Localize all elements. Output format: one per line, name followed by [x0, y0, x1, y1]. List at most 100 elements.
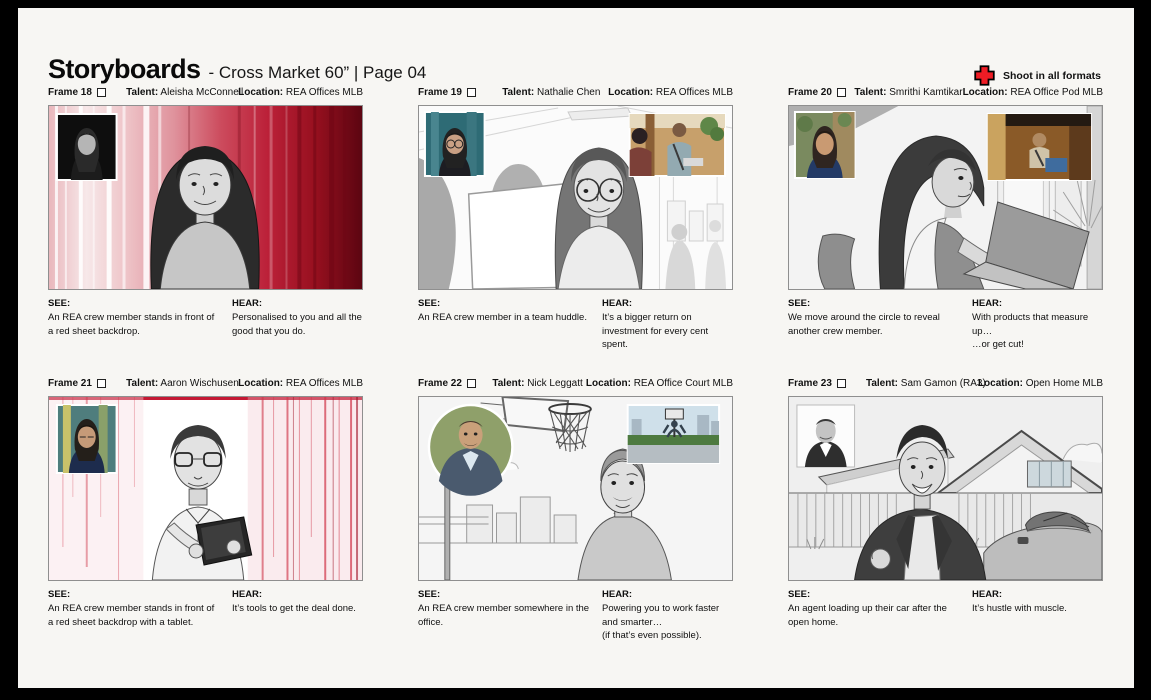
- hear-label: HEAR:: [602, 297, 733, 311]
- frame-notes: SEE: An REA crew member in a team huddle…: [418, 297, 733, 352]
- frames-grid: Frame 18 Talent: Aleisha McConnell Locat…: [48, 85, 1103, 643]
- hear-text: It’s hustle with muscle.: [972, 603, 1067, 614]
- hear-label: HEAR:: [602, 588, 733, 602]
- frame-card-21: Frame 21 Talent: Aaron Wischusen Locatio…: [48, 376, 363, 643]
- hear-label: HEAR:: [972, 297, 1103, 311]
- frame-talent: Talent: Aaron Wischusen: [126, 378, 238, 389]
- storyboard-image: [788, 105, 1103, 290]
- frame-location: Location: REA Offices MLB: [608, 87, 733, 98]
- location-label: Location:: [238, 87, 283, 98]
- see-text: An agent loading up their car after the …: [788, 603, 947, 628]
- frame-number-label: Frame 22: [418, 378, 462, 389]
- hear-text: It’s tools to get the deal done.: [232, 603, 356, 614]
- frame-checkbox[interactable]: [467, 379, 476, 388]
- frame-checkbox[interactable]: [467, 88, 476, 97]
- location-label: Location:: [238, 378, 283, 389]
- talent-label: Talent:: [502, 87, 534, 98]
- talent-photo-inset: [429, 405, 512, 496]
- frame-notes: SEE: An REA crew member stands in front …: [48, 297, 363, 338]
- location-label: Location:: [608, 87, 653, 98]
- frame-header: Frame 21 Talent: Aaron Wischusen Locatio…: [48, 376, 363, 390]
- frame-number-label: Frame 18: [48, 87, 92, 98]
- frame-header: Frame 23 Talent: Sam Gamon (RA3) Locatio…: [788, 376, 1103, 390]
- frame-23-illustration: [789, 397, 1102, 580]
- talent-value: Aaron Wischusen: [160, 378, 238, 389]
- frame-header: Frame 18 Talent: Aleisha McConnell Locat…: [48, 85, 363, 99]
- location-label: Location:: [586, 378, 631, 389]
- storyboard-image: [418, 105, 733, 290]
- location-value: REA Office Pod MLB: [1010, 87, 1103, 98]
- format-badge-label: Shoot in all formats: [1003, 70, 1101, 82]
- frame-location: Location: REA Offices MLB: [238, 378, 363, 389]
- talent-photo-inset: [795, 112, 855, 178]
- hear-text: With products that measure up… …or get c…: [972, 312, 1088, 351]
- talent-value: Smrithi Kamtikar: [889, 87, 962, 98]
- frame-card-20: Frame 20 Talent: Smrithi Kamtikar Locati…: [788, 85, 1103, 352]
- see-text: An REA crew member somewhere in the offi…: [418, 603, 589, 628]
- see-text: An REA crew member stands in front of a …: [48, 603, 214, 628]
- frame-card-18: Frame 18 Talent: Aleisha McConnell Locat…: [48, 85, 363, 352]
- frame-card-22: Frame 22 Talent: Nick Leggatt Location: …: [418, 376, 733, 643]
- scene-photo-inset: [988, 114, 1091, 180]
- frame-talent: Talent: Sam Gamon (RA3): [866, 378, 978, 389]
- frame-location: Location: REA Office Pod MLB: [963, 87, 1103, 98]
- frame-notes: SEE: We move around the circle to reveal…: [788, 297, 1103, 352]
- frame-talent: Talent: Nathalie Chen: [502, 87, 608, 98]
- frame-talent: Talent: Smrithi Kamtikar: [854, 87, 962, 98]
- frame-number-label: Frame 19: [418, 87, 462, 98]
- frame-checkbox[interactable]: [837, 88, 846, 97]
- frame-notes: SEE: An REA crew member stands in front …: [48, 588, 363, 629]
- storyboard-image: [418, 396, 733, 581]
- location-value: REA Offices MLB: [656, 87, 733, 98]
- frame-number: Frame 19: [418, 87, 502, 98]
- frame-notes: SEE: An agent loading up their car after…: [788, 588, 1103, 629]
- talent-photo-inset: [797, 405, 855, 467]
- see-text: We move around the circle to reveal anot…: [788, 312, 940, 337]
- frame-header: Frame 22 Talent: Nick Leggatt Location: …: [418, 376, 733, 390]
- storyboard-image: [788, 396, 1103, 581]
- storyboard-image: [48, 105, 363, 290]
- frame-talent: Talent: Aleisha McConnell: [126, 87, 238, 98]
- frame-checkbox[interactable]: [97, 379, 106, 388]
- location-label: Location:: [963, 87, 1008, 98]
- page-subtitle: - Cross Market 60” | Page 04: [208, 63, 426, 83]
- hear-label: HEAR:: [232, 297, 363, 311]
- hear-text: Personalised to you and all the good tha…: [232, 312, 362, 337]
- frame-location: Location: REA Offices MLB: [238, 87, 363, 98]
- format-badge: Shoot in all formats: [973, 64, 1101, 87]
- talent-label: Talent:: [866, 378, 898, 389]
- frame-location: Location: Open Home MLB: [978, 378, 1103, 389]
- page-header: Storyboards - Cross Market 60” | Page 04: [48, 54, 426, 85]
- talent-label: Talent:: [126, 87, 158, 98]
- see-label: SEE:: [788, 297, 960, 311]
- storyboard-image: [48, 396, 363, 581]
- see-label: SEE:: [418, 297, 590, 311]
- see-label: SEE:: [788, 588, 960, 602]
- frame-checkbox[interactable]: [97, 88, 106, 97]
- location-label: Location:: [978, 378, 1023, 389]
- frame-card-23: Frame 23 Talent: Sam Gamon (RA3) Locatio…: [788, 376, 1103, 643]
- location-value: Open Home MLB: [1026, 378, 1103, 389]
- talent-label: Talent:: [126, 378, 158, 389]
- frame-22-illustration: [419, 397, 732, 580]
- frame-number: Frame 20: [788, 87, 854, 98]
- red-cross-icon: [973, 64, 996, 87]
- see-label: SEE:: [48, 297, 220, 311]
- scene-photo-inset: [630, 114, 725, 176]
- frame-21-illustration: [49, 397, 362, 580]
- frame-number: Frame 21: [48, 378, 126, 389]
- frame-notes: SEE: An REA crew member somewhere in the…: [418, 588, 733, 643]
- frame-header: Frame 19 Talent: Nathalie Chen Location:…: [418, 85, 733, 99]
- frame-number-label: Frame 20: [788, 87, 832, 98]
- see-text: An REA crew member in a team huddle.: [418, 312, 587, 323]
- location-value: REA Offices MLB: [286, 378, 363, 389]
- frame-checkbox[interactable]: [837, 379, 846, 388]
- frame-card-19: Frame 19 Talent: Nathalie Chen Location:…: [418, 85, 733, 352]
- frame-number: Frame 22: [418, 378, 492, 389]
- hear-text: Powering you to work faster and smarter……: [602, 603, 719, 642]
- see-label: SEE:: [418, 588, 590, 602]
- talent-value: Sam Gamon (RA3): [901, 378, 986, 389]
- frame-19-illustration: [419, 106, 732, 289]
- see-label: SEE:: [48, 588, 220, 602]
- page-title: Storyboards: [48, 54, 200, 85]
